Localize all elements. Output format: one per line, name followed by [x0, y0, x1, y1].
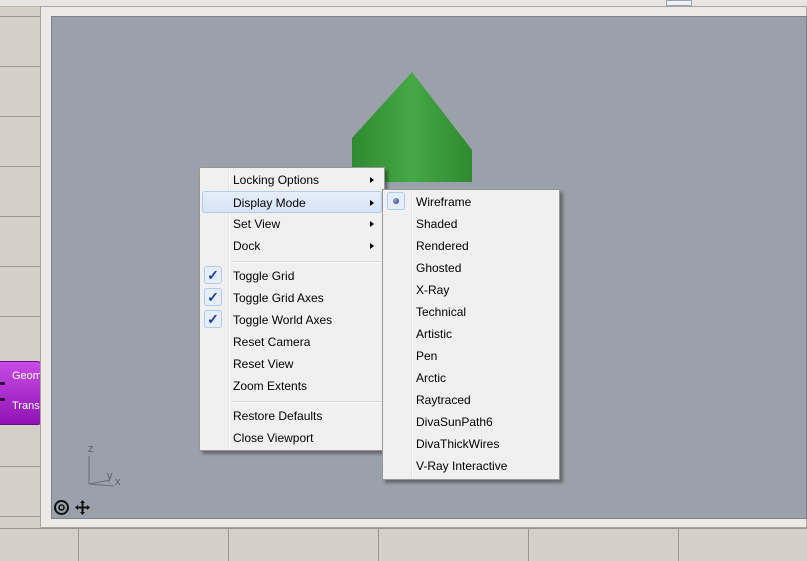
display-mode-rendered[interactable]: Rendered	[385, 235, 557, 257]
menu-item-label: DivaThickWires	[416, 437, 500, 451]
menu-item-reset-camera[interactable]: Reset Camera	[202, 331, 382, 353]
menu-item-zoom-extents[interactable]: Zoom Extents	[202, 375, 382, 397]
submenu-arrow-icon	[370, 221, 374, 227]
menu-item-display-mode[interactable]: Display Mode	[202, 191, 382, 213]
canvas-grid-bottom	[0, 528, 807, 561]
checkmark-icon: ✓	[204, 288, 222, 306]
menu-item-toggle-world-axes[interactable]: ✓ Toggle World Axes	[202, 309, 382, 331]
menu-item-label: DivaSunPath6	[416, 415, 493, 429]
menu-item-label: Set View	[233, 217, 281, 231]
display-mode-artistic[interactable]: Artistic	[385, 323, 557, 345]
display-mode-shaded[interactable]: Shaded	[385, 213, 557, 235]
menu-item-label: Dock	[233, 239, 261, 253]
display-mode-submenu: Wireframe Shaded Rendered Ghosted X-Ray …	[382, 189, 560, 480]
display-mode-ghosted[interactable]: Ghosted	[385, 257, 557, 279]
menu-item-label: Toggle Grid	[233, 269, 295, 283]
menu-item-reset-view[interactable]: Reset View	[202, 353, 382, 375]
pan-move-icon[interactable]	[74, 499, 91, 516]
menu-item-label: X-Ray	[416, 283, 450, 297]
checkmark-icon: ✓	[204, 310, 222, 328]
axis-y-label: y	[107, 470, 113, 482]
menu-item-label: Wireframe	[416, 195, 472, 209]
menu-item-label: Toggle World Axes	[233, 313, 333, 327]
display-mode-arctic[interactable]: Arctic	[385, 367, 557, 389]
menu-item-label: Locking Options	[233, 173, 320, 187]
input-port[interactable]	[0, 382, 5, 385]
display-mode-pen[interactable]: Pen	[385, 345, 557, 367]
menu-item-toggle-grid-axes[interactable]: ✓ Toggle Grid Axes	[202, 287, 382, 309]
checkmark-icon: ✓	[204, 266, 222, 284]
menu-item-label: Shaded	[416, 217, 458, 231]
menu-separator	[231, 261, 382, 263]
menu-item-label: Raytraced	[416, 393, 471, 407]
axis-x-label: x	[115, 476, 121, 488]
menu-item-label: Artistic	[416, 327, 452, 341]
axis-z-label: z	[88, 443, 94, 455]
menu-item-restore-defaults[interactable]: Restore Defaults	[202, 405, 382, 427]
preview-geometry	[352, 72, 472, 182]
view-axes-widget: z y x	[80, 442, 130, 492]
display-mode-divathickwires[interactable]: DivaThickWires	[385, 433, 557, 455]
menu-item-label: Toggle Grid Axes	[233, 291, 324, 305]
input-port[interactable]	[0, 398, 5, 401]
world-axes-icon[interactable]	[53, 499, 70, 516]
submenu-arrow-icon	[370, 243, 374, 249]
menu-item-label: Ghosted	[416, 261, 462, 275]
menu-item-label: Close Viewport	[233, 431, 314, 445]
display-mode-xray[interactable]: X-Ray	[385, 279, 557, 301]
menu-separator	[231, 401, 382, 403]
menu-item-label: Technical	[416, 305, 467, 319]
component-param-label: Trans	[12, 400, 40, 412]
menu-item-toggle-grid[interactable]: ✓ Toggle Grid	[202, 265, 382, 287]
menu-item-label: Restore Defaults	[233, 409, 323, 423]
menu-item-label: Pen	[416, 349, 438, 363]
menu-item-label: Rendered	[416, 239, 469, 253]
menu-item-locking-options[interactable]: Locking Options	[202, 169, 382, 191]
menu-item-label: Reset Camera	[233, 335, 311, 349]
display-mode-technical[interactable]: Technical	[385, 301, 557, 323]
menu-item-label: Display Mode	[233, 196, 306, 210]
menu-item-label: Reset View	[233, 357, 294, 371]
submenu-arrow-icon	[370, 177, 374, 183]
submenu-arrow-icon	[370, 200, 374, 206]
menu-item-set-view[interactable]: Set View	[202, 213, 382, 235]
display-mode-vray-interactive[interactable]: V-Ray Interactive	[385, 455, 557, 477]
component-param-label: Geom	[12, 370, 42, 382]
menu-item-label: Zoom Extents	[233, 379, 308, 393]
viewport-context-menu: Locking Options Display Mode Set View Do…	[199, 167, 385, 451]
display-mode-raytraced[interactable]: Raytraced	[385, 389, 557, 411]
display-mode-divasunpath6[interactable]: DivaSunPath6	[385, 411, 557, 433]
menu-item-label: V-Ray Interactive	[416, 459, 508, 473]
radio-selected-icon	[387, 192, 405, 210]
canvas-component[interactable]: Geom Trans	[0, 361, 42, 425]
display-mode-wireframe[interactable]: Wireframe	[385, 191, 557, 213]
menu-item-dock[interactable]: Dock	[202, 235, 382, 257]
menu-item-close-viewport[interactable]: Close Viewport	[202, 427, 382, 449]
menu-item-label: Arctic	[416, 371, 446, 385]
